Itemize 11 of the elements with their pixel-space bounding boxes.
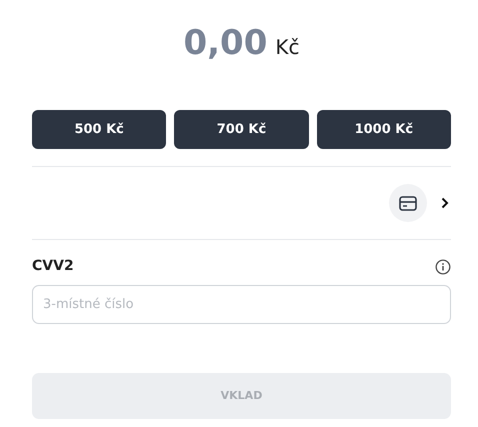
chevron-right-icon[interactable] (441, 197, 449, 209)
cvv-input-field[interactable]: 3-místné číslo (32, 285, 451, 324)
info-icon[interactable] (435, 258, 451, 274)
card-button[interactable] (389, 184, 427, 222)
amount-value: 0,00 (183, 26, 268, 60)
amount-preset-button[interactable]: 1000 Kč (316, 110, 451, 149)
cvv-label: CVV2 (32, 257, 74, 276)
currency-label: Kč (275, 34, 300, 61)
amount-preset-button[interactable]: 700 Kč (174, 110, 309, 149)
credit-card-icon (399, 196, 417, 210)
amount-preset-button[interactable]: 500 Kč (32, 110, 166, 149)
